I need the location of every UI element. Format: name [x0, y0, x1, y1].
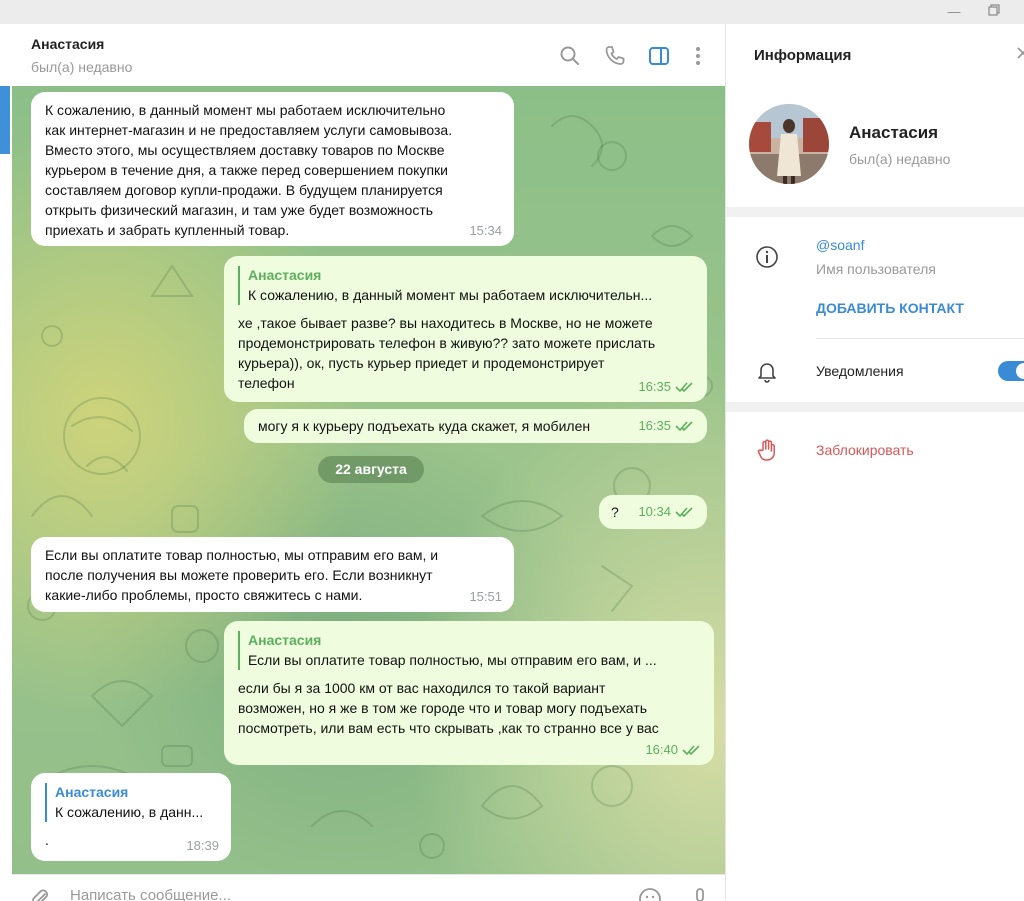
message-text: Если вы оплатите товар полностью, мы отп…: [45, 547, 439, 603]
block-hand-icon: [755, 438, 779, 462]
message-time: 18:39: [186, 838, 219, 853]
info-panel-title: Информация: [754, 47, 852, 64]
attach-icon[interactable]: [28, 887, 52, 901]
phone-icon[interactable]: [603, 44, 627, 68]
info-icon: [755, 245, 779, 269]
message-meta: 15:51: [469, 587, 502, 607]
reply-author: Анастасия: [248, 267, 322, 283]
emoji-icon[interactable]: [638, 887, 662, 901]
window-titlebar: —: [0, 0, 1024, 24]
message-outgoing[interactable]: ? 10:34: [599, 495, 707, 529]
message-meta: 18:39: [186, 836, 219, 856]
message-time: 16:35: [638, 418, 671, 433]
chat-messages-area[interactable]: К сожалению, в данный момент мы работаем…: [12, 86, 725, 874]
minimize-icon[interactable]: —: [943, 3, 965, 21]
notifications-label: Уведомления: [816, 363, 904, 379]
toggle-knob: [1016, 363, 1024, 379]
message-time: 16:35: [638, 379, 671, 394]
message-text: хе ,такое бывает разве? вы находитесь в …: [238, 315, 656, 391]
microphone-icon[interactable]: [688, 887, 712, 901]
message-time: 10:34: [638, 504, 671, 519]
date-separator: 22 августа: [318, 456, 424, 483]
message-text: могу я к курьеру подъехать куда скажет, …: [258, 418, 591, 434]
message-outgoing[interactable]: могу я к курьеру подъехать куда скажет, …: [244, 409, 707, 443]
divider: [816, 338, 1024, 339]
message-composer: [12, 874, 725, 901]
chat-header: Анастасия был(а) недавно: [12, 24, 725, 87]
avatar[interactable]: [749, 104, 829, 184]
sidebar-toggle-icon[interactable]: [647, 44, 671, 68]
close-icon[interactable]: [1016, 44, 1024, 65]
reply-author: Анастасия: [55, 784, 129, 800]
chat-title[interactable]: Анастасия: [31, 36, 104, 52]
message-meta: 10:34: [638, 502, 695, 522]
reply-snippet: Если вы оплатите товар полностью, мы отп…: [248, 652, 657, 668]
message-time: 16:40: [645, 742, 678, 757]
contact-status: был(а) недавно: [849, 151, 951, 167]
message-input[interactable]: [70, 887, 590, 901]
section-divider: [726, 402, 1024, 412]
bell-icon: [755, 359, 779, 383]
username-label: Имя пользователя: [816, 261, 936, 277]
chat-status: был(а) недавно: [31, 59, 133, 75]
username-link[interactable]: @soanf: [816, 237, 864, 253]
reply-quote[interactable]: Анастасия Если вы оплатите товар полност…: [238, 631, 700, 670]
message-outgoing[interactable]: Анастасия К сожалению, в данный момент м…: [224, 256, 707, 402]
double-check-icon: [675, 507, 693, 518]
double-check-icon: [675, 421, 693, 432]
more-vertical-icon[interactable]: [686, 44, 710, 68]
message-meta: 16:40: [645, 740, 702, 760]
info-panel: Информация Анастасия был(а) недавно @soa…: [725, 24, 1024, 900]
contact-name: Анастасия: [849, 123, 939, 142]
add-contact-button[interactable]: ДОБАВИТЬ КОНТАКТ: [816, 300, 964, 316]
message-time: 15:51: [469, 589, 502, 604]
message-text: К сожалению, в данный момент мы работаем…: [45, 102, 453, 238]
message-time: 15:34: [469, 223, 502, 238]
search-icon[interactable]: [558, 44, 582, 68]
reply-snippet: К сожалению, в данный момент мы работаем…: [248, 287, 653, 303]
message-incoming[interactable]: Анастасия К сожалению, в данн... . 18:39: [31, 773, 231, 861]
reply-snippet: К сожалению, в данн...: [55, 804, 204, 820]
double-check-icon: [682, 745, 700, 756]
reply-quote[interactable]: Анастасия К сожалению, в данный момент м…: [238, 266, 693, 305]
section-divider: [726, 207, 1024, 217]
message-incoming[interactable]: К сожалению, в данный момент мы работаем…: [31, 92, 514, 246]
reply-quote[interactable]: Анастасия К сожалению, в данн...: [45, 783, 217, 822]
active-chat-indicator: [0, 86, 10, 154]
message-meta: 16:35: [638, 416, 695, 436]
reply-author: Анастасия: [248, 632, 322, 648]
double-check-icon: [675, 382, 693, 393]
restore-icon[interactable]: [983, 3, 1005, 21]
message-outgoing[interactable]: Анастасия Если вы оплатите товар полност…: [224, 621, 714, 765]
notifications-toggle[interactable]: [998, 361, 1024, 381]
block-user-button[interactable]: Заблокировать: [816, 442, 914, 458]
message-text: если бы я за 1000 км от вас находился то…: [238, 680, 659, 736]
message-meta: 16:35: [638, 377, 695, 397]
message-incoming[interactable]: Если вы оплатите товар полностью, мы отп…: [31, 537, 514, 612]
message-meta: 15:34: [469, 221, 502, 241]
